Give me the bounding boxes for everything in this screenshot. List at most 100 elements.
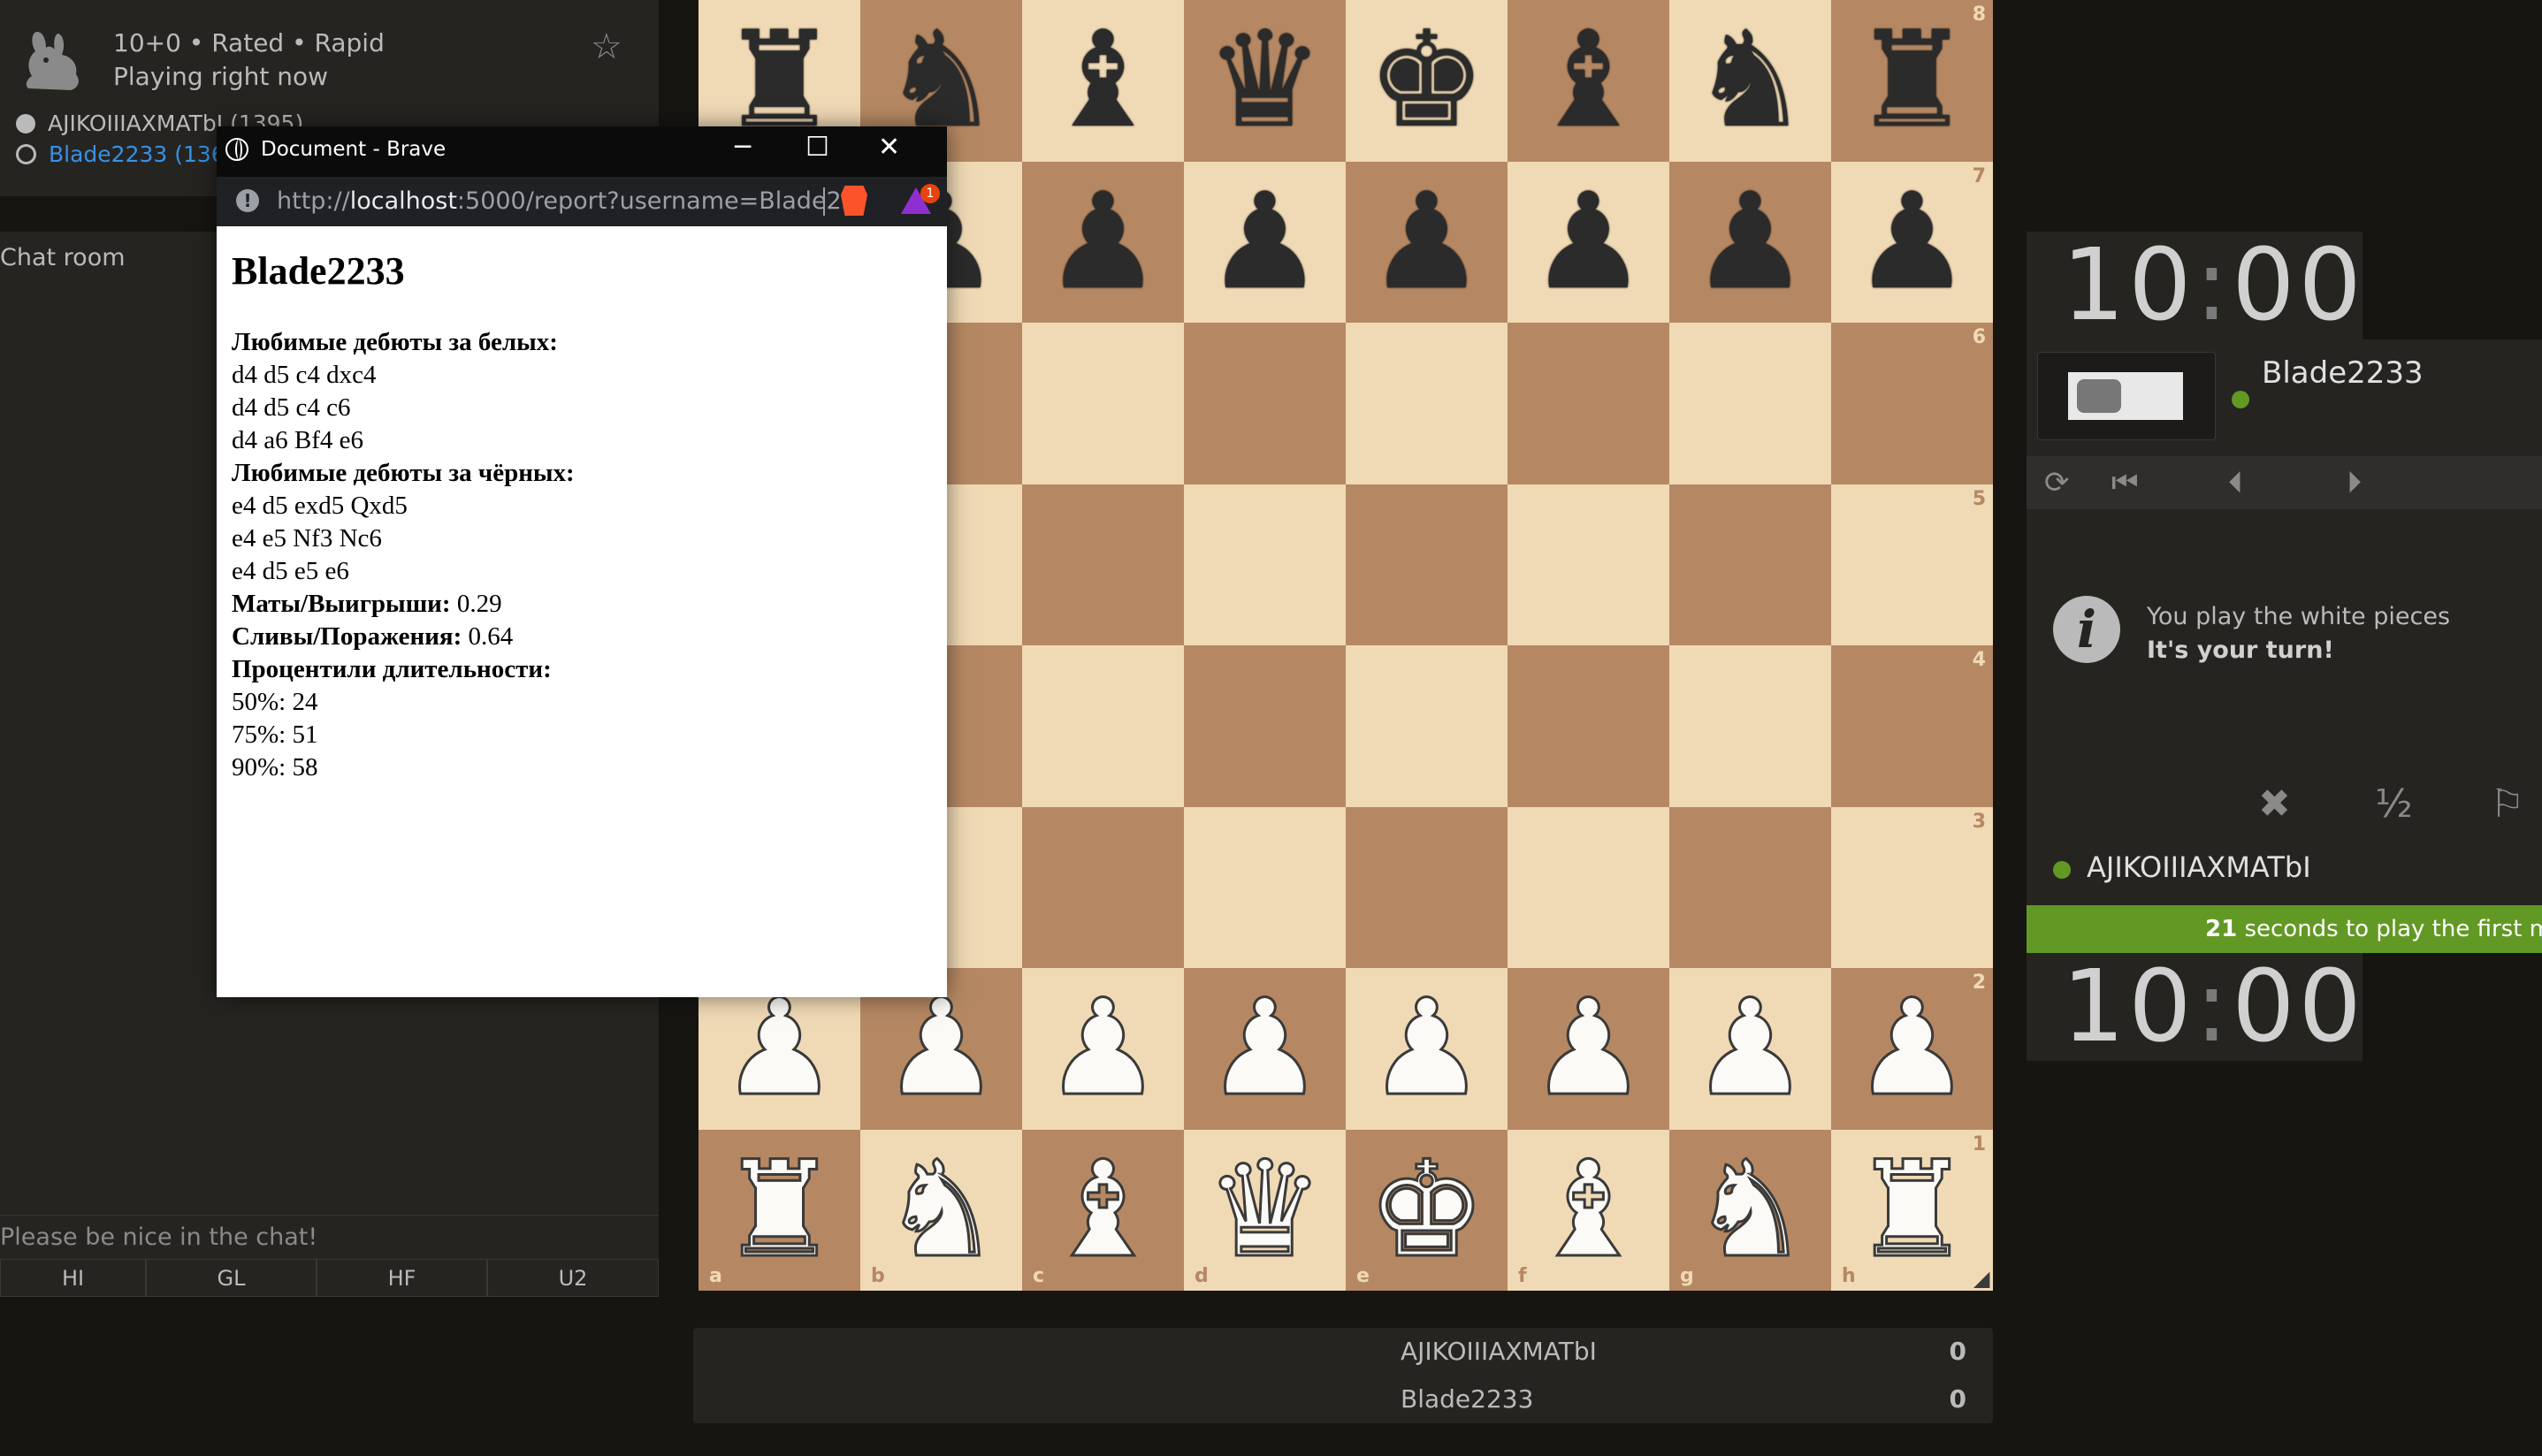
- abort-game-button[interactable]: ✖: [2258, 781, 2291, 827]
- square-d4[interactable]: [1184, 645, 1346, 807]
- square-c1[interactable]: ♝ c: [1022, 1129, 1184, 1292]
- square-h6[interactable]: 6: [1831, 323, 1993, 484]
- first-move-icon[interactable]: ⏮: [2111, 465, 2139, 500]
- maximize-button[interactable]: ☐: [805, 132, 829, 163]
- close-button[interactable]: ✕: [878, 132, 900, 163]
- site-info-icon[interactable]: !: [236, 189, 259, 212]
- my-clock: 10:00: [2027, 953, 2363, 1061]
- next-move-icon[interactable]: ⏵: [2347, 465, 2362, 500]
- chat-room-tab[interactable]: Chat room: [0, 244, 126, 271]
- preset-gl-button[interactable]: GL: [146, 1259, 317, 1297]
- square-h1[interactable]: ♜ 1 h: [1831, 1129, 1993, 1291]
- black-pawn-icon[interactable]: ♟: [1184, 162, 1346, 324]
- black-opening-item: e4 d5 e5 e6: [232, 557, 349, 585]
- black-pawn-icon[interactable]: ♟: [1669, 162, 1831, 324]
- square-f1[interactable]: ♝ f: [1508, 1129, 1669, 1292]
- square-h5[interactable]: 5: [1831, 484, 1993, 645]
- black-bishop-icon[interactable]: ♝: [1508, 0, 1669, 162]
- black-pawn-icon[interactable]: ♟: [1831, 162, 1993, 324]
- black-pawn-icon[interactable]: ♟: [1346, 162, 1508, 324]
- square-a1[interactable]: ♜ a: [698, 1129, 860, 1292]
- black-queen-icon[interactable]: ♛: [1184, 0, 1346, 162]
- previous-move-icon[interactable]: ⏴: [2228, 465, 2243, 500]
- square-c5[interactable]: [1022, 484, 1184, 645]
- black-knight-icon[interactable]: ♞: [1669, 0, 1831, 162]
- square-e5[interactable]: [1346, 484, 1508, 645]
- square-f2[interactable]: ♟: [1508, 968, 1669, 1130]
- square-d2[interactable]: ♟: [1184, 968, 1346, 1130]
- square-e8[interactable]: ♚: [1346, 0, 1508, 162]
- square-g5[interactable]: [1669, 484, 1831, 645]
- black-pawn-icon[interactable]: ♟: [1022, 162, 1184, 324]
- my-user[interactable]: AJIKOIIIAXMATbI: [2053, 850, 2311, 884]
- square-g4[interactable]: [1669, 645, 1831, 807]
- square-f6[interactable]: [1508, 323, 1669, 484]
- white-pawn-icon[interactable]: ♟: [1346, 968, 1508, 1130]
- square-e2[interactable]: ♟: [1346, 968, 1508, 1130]
- white-bishop-icon[interactable]: ♝: [1022, 1130, 1184, 1292]
- url-field[interactable]: http://localhost:5000/report?username=Bl…: [277, 187, 851, 215]
- square-c2[interactable]: ♟: [1022, 968, 1184, 1130]
- square-b1[interactable]: ♞ b: [860, 1129, 1022, 1291]
- player-white-link[interactable]: Blade2233 (1363): [16, 141, 248, 167]
- square-h3[interactable]: 3: [1831, 806, 1993, 968]
- square-e7[interactable]: ♟: [1346, 161, 1508, 324]
- square-d7[interactable]: ♟: [1184, 161, 1346, 324]
- square-g6[interactable]: [1669, 323, 1831, 484]
- bookmark-star-icon[interactable]: ☆: [591, 27, 622, 67]
- white-bishop-icon[interactable]: ♝: [1508, 1130, 1669, 1292]
- score-player-name: Blade2233: [1401, 1384, 1534, 1414]
- preset-hi-button[interactable]: HI: [0, 1259, 146, 1297]
- white-king-icon[interactable]: ♚: [1346, 1130, 1508, 1292]
- white-pawn-icon[interactable]: ♟: [1508, 968, 1669, 1130]
- square-c7[interactable]: ♟: [1022, 161, 1184, 324]
- square-d6[interactable]: [1184, 323, 1346, 484]
- square-c3[interactable]: [1022, 806, 1184, 968]
- square-h7[interactable]: ♟ 7: [1831, 161, 1993, 324]
- square-f7[interactable]: ♟: [1508, 161, 1669, 324]
- flip-board-icon[interactable]: ⟳: [2044, 465, 2070, 500]
- black-pawn-icon[interactable]: ♟: [1508, 162, 1669, 324]
- popup-titlebar[interactable]: Document - Brave ─ ☐ ✕: [217, 126, 947, 177]
- white-pawn-icon[interactable]: ♟: [1022, 968, 1184, 1130]
- square-g7[interactable]: ♟: [1669, 161, 1831, 324]
- square-g8[interactable]: ♞: [1669, 0, 1831, 162]
- square-e6[interactable]: [1346, 323, 1508, 484]
- square-c8[interactable]: ♝: [1022, 0, 1184, 162]
- square-h8[interactable]: ♜ 8: [1831, 0, 1993, 162]
- chat-input[interactable]: Please be nice in the chat!: [0, 1215, 659, 1259]
- square-g2[interactable]: ♟: [1669, 968, 1831, 1130]
- white-pawn-icon[interactable]: ♟: [1831, 968, 1993, 1130]
- square-f3[interactable]: [1508, 806, 1669, 968]
- brave-shields-icon[interactable]: [841, 186, 867, 216]
- offer-draw-button[interactable]: ½: [2375, 781, 2413, 827]
- preset-u2-button[interactable]: U2: [487, 1259, 659, 1297]
- square-f5[interactable]: [1508, 484, 1669, 645]
- resign-flag-icon[interactable]: ⚐: [2490, 781, 2524, 827]
- square-h4[interactable]: 4: [1831, 645, 1993, 807]
- white-pawn-icon[interactable]: ♟: [1669, 968, 1831, 1130]
- white-pawn-icon[interactable]: ♟: [1184, 968, 1346, 1130]
- square-d5[interactable]: [1184, 484, 1346, 645]
- minimize-button[interactable]: ─: [735, 132, 751, 163]
- square-g3[interactable]: [1669, 806, 1831, 968]
- countdown-seconds: 21: [2205, 916, 2238, 942]
- square-c6[interactable]: [1022, 323, 1184, 484]
- square-f8[interactable]: ♝: [1508, 0, 1669, 162]
- square-e3[interactable]: [1346, 806, 1508, 968]
- square-f4[interactable]: [1508, 645, 1669, 807]
- black-king-icon[interactable]: ♚: [1346, 0, 1508, 162]
- black-bishop-icon[interactable]: ♝: [1022, 0, 1184, 162]
- square-e1[interactable]: ♚ e: [1346, 1129, 1508, 1292]
- preset-hf-button[interactable]: HF: [317, 1259, 487, 1297]
- square-h2[interactable]: ♟ 2: [1831, 968, 1993, 1130]
- square-e4[interactable]: [1346, 645, 1508, 807]
- white-rook-icon[interactable]: ♜: [698, 1130, 860, 1292]
- square-g1[interactable]: ♞ g: [1669, 1129, 1831, 1291]
- black-rook-icon[interactable]: ♜: [1831, 0, 1993, 162]
- square-d8[interactable]: ♛: [1184, 0, 1346, 162]
- board-resize-handle-icon[interactable]: ◢: [1973, 1266, 1989, 1291]
- square-c4[interactable]: [1022, 645, 1184, 807]
- square-d1[interactable]: ♛ d: [1184, 1129, 1346, 1291]
- square-d3[interactable]: [1184, 806, 1346, 968]
